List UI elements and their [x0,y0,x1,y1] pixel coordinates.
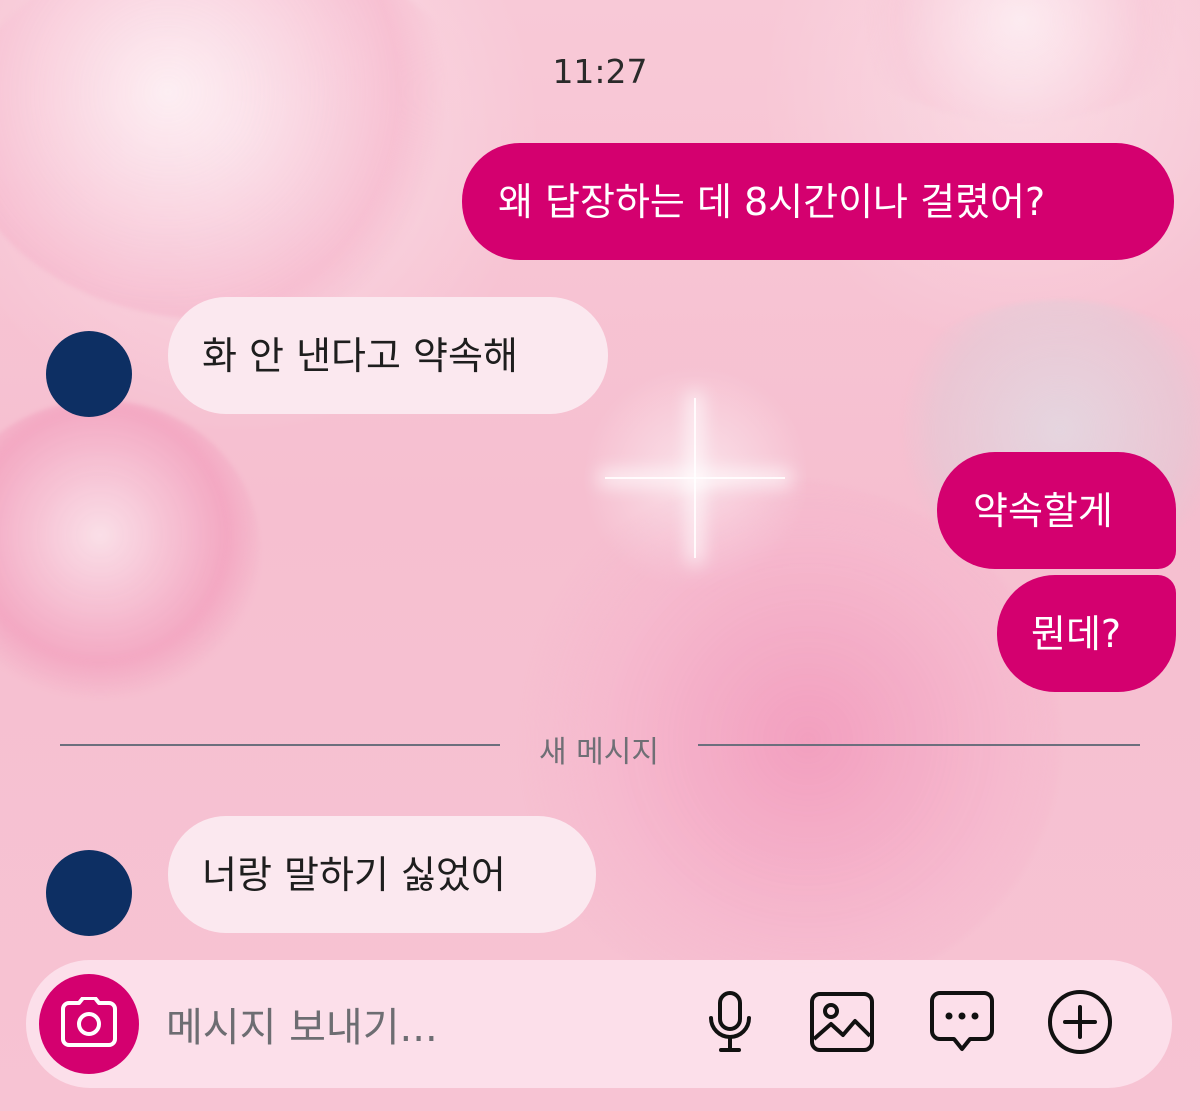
new-message-divider-line [698,744,1140,746]
avatar[interactable] [46,850,132,936]
message-text: 너랑 말하기 싫었어 [202,852,506,897]
outgoing-message-bubble[interactable]: 약속할게 [937,452,1176,569]
incoming-message-bubble[interactable]: 화 안 낸다고 약속해 [168,297,608,414]
message-input[interactable]: 메시지 보내기... [166,960,438,1088]
message-text: 약속할게 [973,488,1113,533]
message-text: 뭔데? [1031,611,1122,656]
outgoing-message-bubble[interactable]: 뭔데? [997,575,1176,692]
message-composer: 메시지 보내기... [26,960,1172,1088]
message-text: 왜 답장하는 데 8시간이나 걸렸어? [498,179,1046,224]
plus-icon [1047,989,1113,1059]
sticker-chat-button[interactable] [928,990,996,1058]
avatar[interactable] [46,331,132,417]
message-input-placeholder: 메시지 보내기... [166,1005,438,1051]
timestamp: 11:27 [552,52,648,91]
outgoing-message-bubble[interactable]: 왜 답장하는 데 8시간이나 걸렸어? [462,143,1174,260]
sticker-chat-icon [929,990,995,1058]
message-text: 화 안 낸다고 약속해 [202,333,518,378]
new-message-divider-label: 새 메시지 [539,735,659,770]
gallery-button[interactable] [808,990,876,1058]
microphone-icon [706,990,754,1058]
gallery-icon [809,991,875,1057]
camera-icon [61,996,117,1051]
microphone-button[interactable] [696,990,764,1058]
add-button[interactable] [1046,990,1114,1058]
camera-button[interactable] [39,974,139,1074]
incoming-message-bubble[interactable]: 너랑 말하기 싫었어 [168,816,596,933]
new-message-divider-line [60,744,500,746]
